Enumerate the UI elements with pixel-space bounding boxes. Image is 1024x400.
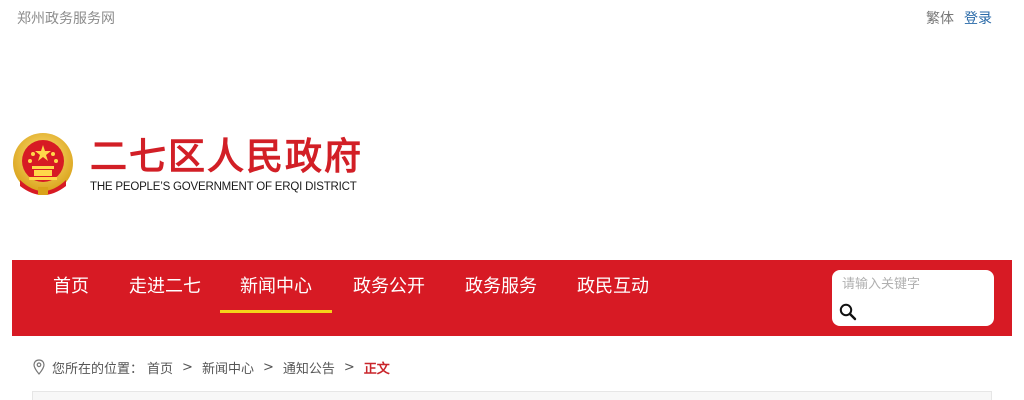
location-pin-icon xyxy=(33,359,45,375)
breadcrumb-separator: > xyxy=(343,359,355,375)
national-emblem-icon xyxy=(13,133,73,195)
search-icon[interactable] xyxy=(838,302,858,322)
nav-item-government-affairs[interactable]: 政务公开 xyxy=(352,260,426,312)
site-title: 二七区人民政府 xyxy=(90,134,363,178)
site-subtitle: THE PEOPLE’S GOVERNMENT OF ERQI DISTRICT xyxy=(90,181,357,193)
nav-item-news-center[interactable]: 新闻中心 xyxy=(220,260,332,313)
breadcrumb-current: 正文 xyxy=(363,361,390,377)
breadcrumb: 您所在的位置： 首页 > 新闻中心 > 通知公告 > 正文 xyxy=(32,357,390,377)
nav-item-home[interactable]: 首页 xyxy=(52,260,90,312)
nav-item-about-erqi[interactable]: 走进二七 xyxy=(128,260,202,312)
breadcrumb-prefix: 您所在的位置： xyxy=(52,361,144,377)
main-nav: 首页 走进二七 新闻中心 政务公开 政务服务 政民互动 xyxy=(12,260,1012,336)
nav-item-public-interaction[interactable]: 政民互动 xyxy=(576,260,650,312)
breadcrumb-item-news-center[interactable]: 新闻中心 xyxy=(202,358,254,377)
traditional-chinese-link[interactable]: 繁体 xyxy=(926,8,954,28)
search-box xyxy=(832,270,994,326)
content-panel xyxy=(32,391,992,400)
portal-link[interactable]: 郑州政务服务网 xyxy=(17,8,115,28)
top-bar: 郑州政务服务网 繁体 登录 xyxy=(0,0,1024,34)
breadcrumb-item-home[interactable]: 首页 xyxy=(147,358,173,377)
breadcrumb-separator: > xyxy=(182,359,193,375)
breadcrumb-item-notices[interactable]: 通知公告 xyxy=(283,358,335,377)
search-input[interactable] xyxy=(842,274,992,294)
login-link[interactable]: 登录 xyxy=(964,8,992,28)
nav-item-government-services[interactable]: 政务服务 xyxy=(464,260,538,312)
site-brand[interactable]: 二七区人民政府 THE PEOPLE’S GOVERNMENT OF ERQI … xyxy=(12,132,372,202)
breadcrumb-separator: > xyxy=(262,359,274,375)
